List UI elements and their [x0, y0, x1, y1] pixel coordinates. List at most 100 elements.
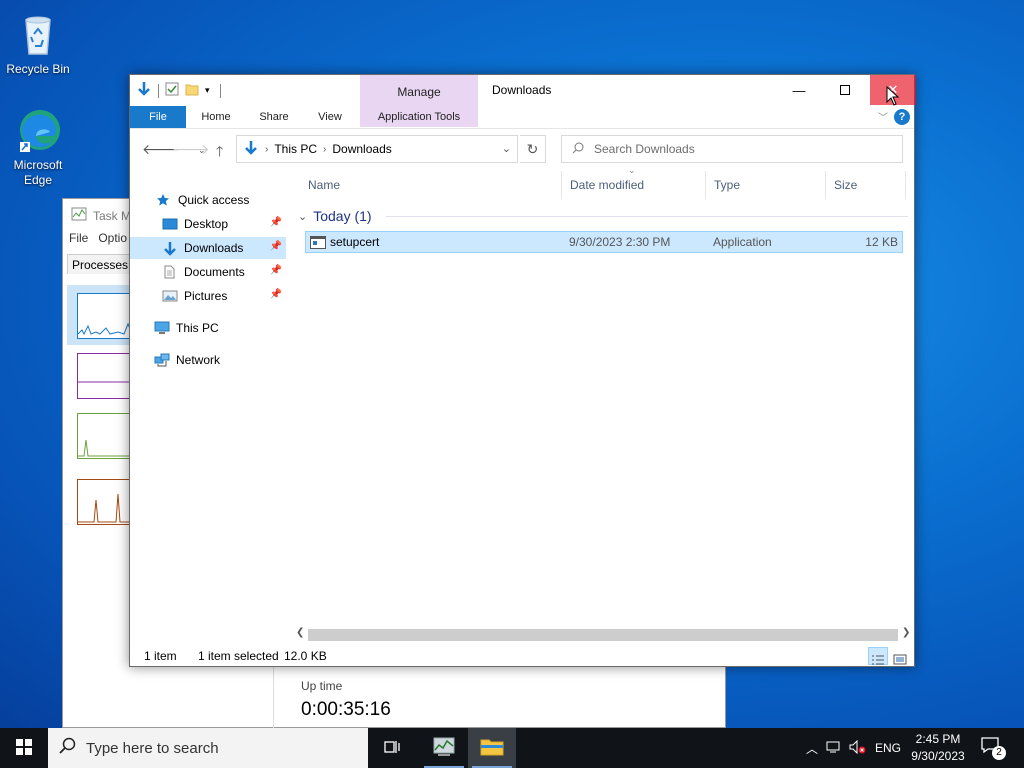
- horizontal-scrollbar[interactable]: ❮ ❯: [292, 627, 914, 643]
- file-explorer-window[interactable]: ▾ Manage Downloads — ✕ File Home Share V…: [129, 74, 916, 667]
- cpu-graph[interactable]: [77, 293, 133, 339]
- status-size: 12.0 KB: [284, 649, 327, 663]
- tab-application-tools[interactable]: Application Tools: [360, 106, 478, 128]
- task-manager-icon: [71, 207, 87, 224]
- details-view-icon: [869, 652, 887, 671]
- expand-ribbon-icon[interactable]: ﹀: [878, 109, 888, 124]
- navigation-pane: Quick access Desktop 📌 Downloads 📌 Docum…: [130, 175, 290, 625]
- memory-graph[interactable]: [77, 353, 133, 399]
- recent-locations-button[interactable]: ⌄: [198, 145, 206, 156]
- documents-icon: [162, 265, 178, 279]
- minimize-button[interactable]: —: [776, 75, 822, 105]
- scroll-left-icon[interactable]: ❮: [296, 627, 304, 638]
- downloads-location-icon: [243, 140, 259, 159]
- column-name[interactable]: Name: [300, 171, 562, 199]
- start-button[interactable]: [0, 728, 48, 768]
- maximize-icon: [840, 85, 850, 95]
- recycle-bin-icon: [14, 10, 62, 58]
- up-button[interactable]: 🡑: [216, 141, 223, 165]
- volume-muted-icon[interactable]: [846, 739, 870, 757]
- task-view-icon: [383, 739, 401, 758]
- desktop-icon-edge[interactable]: Microsoft Edge: [0, 106, 76, 188]
- properties-icon[interactable]: [165, 82, 179, 99]
- tm-menu-file[interactable]: File: [69, 231, 88, 245]
- desktop-icon-recycle-bin[interactable]: Recycle Bin: [0, 10, 76, 77]
- file-name: setupcert: [330, 235, 380, 249]
- nav-desktop[interactable]: Desktop 📌: [130, 213, 286, 235]
- recycle-bin-label: Recycle Bin: [6, 62, 70, 76]
- edge-label: Microsoft Edge: [13, 158, 63, 187]
- nav-this-pc[interactable]: This PC: [130, 317, 286, 339]
- tab-home[interactable]: Home: [194, 106, 238, 128]
- ribbon-tabs: File Home Share View Application Tools: [130, 106, 914, 128]
- new-folder-icon[interactable]: [185, 82, 199, 99]
- desktop: Recycle Bin Microsoft Edge Task M File O…: [0, 0, 1024, 728]
- nav-network[interactable]: Network: [130, 349, 286, 371]
- tab-processes[interactable]: Processes: [67, 254, 131, 274]
- tm-menu-options[interactable]: Optio: [98, 231, 127, 245]
- ethernet-graph[interactable]: [77, 479, 133, 525]
- scroll-thumb[interactable]: [308, 629, 898, 641]
- clock[interactable]: 2:45 PM 9/30/2023: [906, 731, 970, 765]
- refresh-button[interactable]: ↻: [520, 135, 546, 163]
- tab-view[interactable]: View: [308, 106, 352, 128]
- chevron-right-icon[interactable]: ›: [265, 144, 268, 155]
- pin-icon[interactable]: 📌: [270, 265, 282, 276]
- address-dropdown-icon[interactable]: ⌄: [502, 142, 511, 155]
- taskbar-search-input[interactable]: Type here to search: [86, 740, 219, 757]
- pin-icon[interactable]: 📌: [270, 241, 282, 252]
- windows-logo-icon: [16, 738, 32, 758]
- pin-icon[interactable]: 📌: [270, 217, 282, 228]
- status-item-count: 1 item: [144, 649, 177, 663]
- large-icons-view-button[interactable]: [890, 647, 910, 665]
- star-icon: [156, 193, 172, 207]
- address-bar[interactable]: › This PC › Downloads ⌄: [236, 135, 518, 163]
- details-view-button[interactable]: [868, 647, 888, 665]
- input-language[interactable]: ENG: [870, 741, 906, 755]
- nav-pictures[interactable]: Pictures 📌: [130, 285, 286, 307]
- performance-graphs: [67, 285, 133, 535]
- taskbar-search-box[interactable]: Type here to search: [48, 728, 368, 768]
- downloads-arrow-icon[interactable]: [136, 81, 152, 100]
- taskbar-file-explorer[interactable]: [468, 728, 516, 768]
- action-center-button[interactable]: 2: [980, 736, 1006, 760]
- maximize-button[interactable]: [822, 75, 868, 105]
- breadcrumb-downloads[interactable]: Downloads: [332, 142, 391, 156]
- network-status-icon[interactable]: [822, 740, 846, 757]
- task-manager-menu: File Optio: [69, 231, 127, 245]
- pin-icon[interactable]: 📌: [270, 289, 282, 300]
- breadcrumb-this-pc[interactable]: This PC: [274, 142, 317, 156]
- file-size: 12 KB: [865, 235, 898, 249]
- column-type[interactable]: Type: [706, 171, 826, 199]
- scroll-right-icon[interactable]: ❯: [902, 627, 910, 638]
- show-hidden-icons-icon[interactable]: ︿: [802, 740, 822, 757]
- nav-documents[interactable]: Documents 📌: [130, 261, 286, 283]
- column-size[interactable]: Size: [826, 171, 906, 199]
- navigation-bar: 🡐 🡒 ⌄ 🡑 › This PC › Downloads ⌄ ↻ Search…: [130, 133, 914, 167]
- help-icon[interactable]: ?: [894, 109, 910, 125]
- nav-quick-access[interactable]: Quick access: [130, 189, 286, 211]
- chevron-right-icon[interactable]: ›: [323, 144, 326, 155]
- search-icon: [58, 737, 76, 759]
- nav-downloads[interactable]: Downloads 📌: [130, 237, 286, 259]
- file-row[interactable]: setupcert 9/30/2023 2:30 PM Application …: [305, 231, 903, 253]
- customize-qat-icon[interactable]: ▾: [205, 85, 210, 96]
- tab-share[interactable]: Share: [252, 106, 296, 128]
- clock-time: 2:45 PM: [915, 732, 961, 746]
- title-bar[interactable]: ▾ Manage Downloads — ✕: [130, 75, 916, 127]
- task-manager-title: Task M: [71, 207, 131, 224]
- search-box[interactable]: Search Downloads: [561, 135, 903, 163]
- system-tray: ︿ ENG: [802, 728, 906, 768]
- task-view-button[interactable]: [368, 728, 416, 768]
- tab-file[interactable]: File: [130, 106, 186, 128]
- network-icon: [154, 353, 170, 367]
- taskbar-task-manager[interactable]: [420, 728, 468, 768]
- file-date: 9/30/2023 2:30 PM: [569, 235, 671, 249]
- search-input[interactable]: Search Downloads: [594, 142, 695, 156]
- manage-context-tab[interactable]: Manage: [360, 85, 478, 99]
- group-header-today[interactable]: ⌄ Today (1): [298, 205, 908, 227]
- computer-icon: [154, 321, 170, 335]
- desktop-folder-icon: [162, 217, 178, 231]
- disk-graph[interactable]: [77, 413, 133, 459]
- uptime-value: 0:00:35:16: [301, 699, 391, 720]
